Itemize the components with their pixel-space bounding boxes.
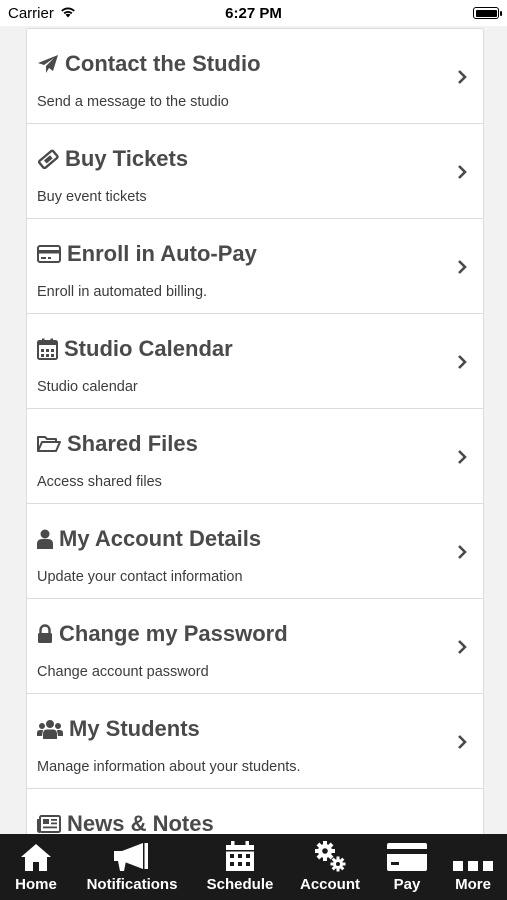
menu-item-subtitle: Buy event tickets bbox=[37, 189, 147, 205]
chevron-right-icon bbox=[455, 69, 469, 85]
tab-notifications[interactable]: Notifications bbox=[82, 834, 182, 900]
menu-list[interactable]: Contact the Studio Send a message to the… bbox=[26, 28, 484, 835]
menu-item-buy-tickets[interactable]: Buy Tickets Buy event tickets bbox=[27, 124, 483, 219]
menu-item-account-details[interactable]: My Account Details Update your contact i… bbox=[27, 504, 483, 599]
menu-item-news-notes[interactable]: News & Notes bbox=[27, 789, 483, 835]
menu-item-title: Change my Password bbox=[59, 621, 288, 646]
menu-item-subtitle: Manage information about your students. bbox=[37, 759, 301, 775]
chevron-right-icon bbox=[455, 164, 469, 180]
menu-item-subtitle: Change account password bbox=[37, 664, 209, 680]
tab-label: More bbox=[455, 876, 491, 893]
megaphone-icon bbox=[113, 834, 151, 872]
menu-item-title: Shared Files bbox=[67, 431, 198, 456]
menu-item-subtitle: Access shared files bbox=[37, 474, 162, 490]
chevron-right-icon bbox=[455, 259, 469, 275]
chevron-right-icon bbox=[455, 354, 469, 370]
menu-item-change-password[interactable]: Change my Password Change account passwo… bbox=[27, 599, 483, 694]
calendar-icon bbox=[37, 338, 58, 360]
tab-label: Home bbox=[15, 876, 57, 893]
menu-item-title: My Account Details bbox=[59, 526, 262, 551]
tab-pay[interactable]: Pay bbox=[384, 834, 430, 900]
menu-item-subtitle: Update your contact information bbox=[37, 569, 243, 585]
lock-icon bbox=[37, 624, 53, 644]
folder-open-icon bbox=[37, 435, 61, 453]
menu-item-title: Contact the Studio bbox=[65, 51, 261, 76]
status-bar: Carrier 6:27 PM bbox=[0, 0, 507, 26]
menu-item-title: My Students bbox=[69, 716, 200, 741]
status-time: 6:27 PM bbox=[225, 5, 282, 22]
more-icon bbox=[453, 834, 493, 872]
tab-label: Account bbox=[300, 876, 360, 893]
chevron-right-icon bbox=[455, 544, 469, 560]
menu-item-studio-calendar[interactable]: Studio Calendar Studio calendar bbox=[27, 314, 483, 409]
menu-item-shared-files[interactable]: Shared Files Access shared files bbox=[27, 409, 483, 504]
tab-more[interactable]: More bbox=[450, 834, 496, 900]
chevron-right-icon bbox=[455, 734, 469, 750]
newspaper-icon bbox=[37, 815, 61, 833]
users-icon bbox=[37, 719, 63, 739]
gears-icon bbox=[313, 834, 347, 872]
menu-item-my-students[interactable]: My Students Manage information about you… bbox=[27, 694, 483, 789]
chevron-right-icon bbox=[455, 449, 469, 465]
menu-item-contact-studio[interactable]: Contact the Studio Send a message to the… bbox=[27, 29, 483, 124]
menu-item-subtitle: Enroll in automated billing. bbox=[37, 284, 208, 300]
tab-schedule[interactable]: Schedule bbox=[204, 834, 276, 900]
ticket-icon bbox=[37, 149, 59, 169]
tab-home[interactable]: Home bbox=[10, 834, 62, 900]
paper-plane-icon bbox=[37, 54, 59, 74]
menu-item-title: News & Notes bbox=[67, 811, 214, 835]
menu-item-title: Buy Tickets bbox=[65, 146, 189, 171]
menu-item-auto-pay[interactable]: Enroll in Auto-Pay Enroll in automated b… bbox=[27, 219, 483, 314]
credit-card-icon bbox=[37, 245, 61, 263]
user-icon bbox=[37, 529, 53, 549]
menu-item-title: Enroll in Auto-Pay bbox=[67, 241, 257, 266]
battery-icon bbox=[473, 7, 502, 19]
tab-account[interactable]: Account bbox=[296, 834, 364, 900]
menu-item-subtitle: Send a message to the studio bbox=[37, 94, 229, 110]
menu-item-subtitle: Studio calendar bbox=[37, 379, 138, 395]
tab-label: Notifications bbox=[86, 876, 178, 893]
chevron-right-icon bbox=[455, 639, 469, 655]
credit-card-icon bbox=[387, 834, 427, 872]
home-icon bbox=[20, 834, 52, 872]
calendar-icon bbox=[225, 834, 255, 872]
tab-label: Schedule bbox=[206, 876, 274, 893]
tab-label: Pay bbox=[393, 876, 421, 893]
bottom-tab-bar: Home Notifications Schedule Account Pay … bbox=[0, 834, 507, 900]
menu-item-title: Studio Calendar bbox=[64, 336, 233, 361]
